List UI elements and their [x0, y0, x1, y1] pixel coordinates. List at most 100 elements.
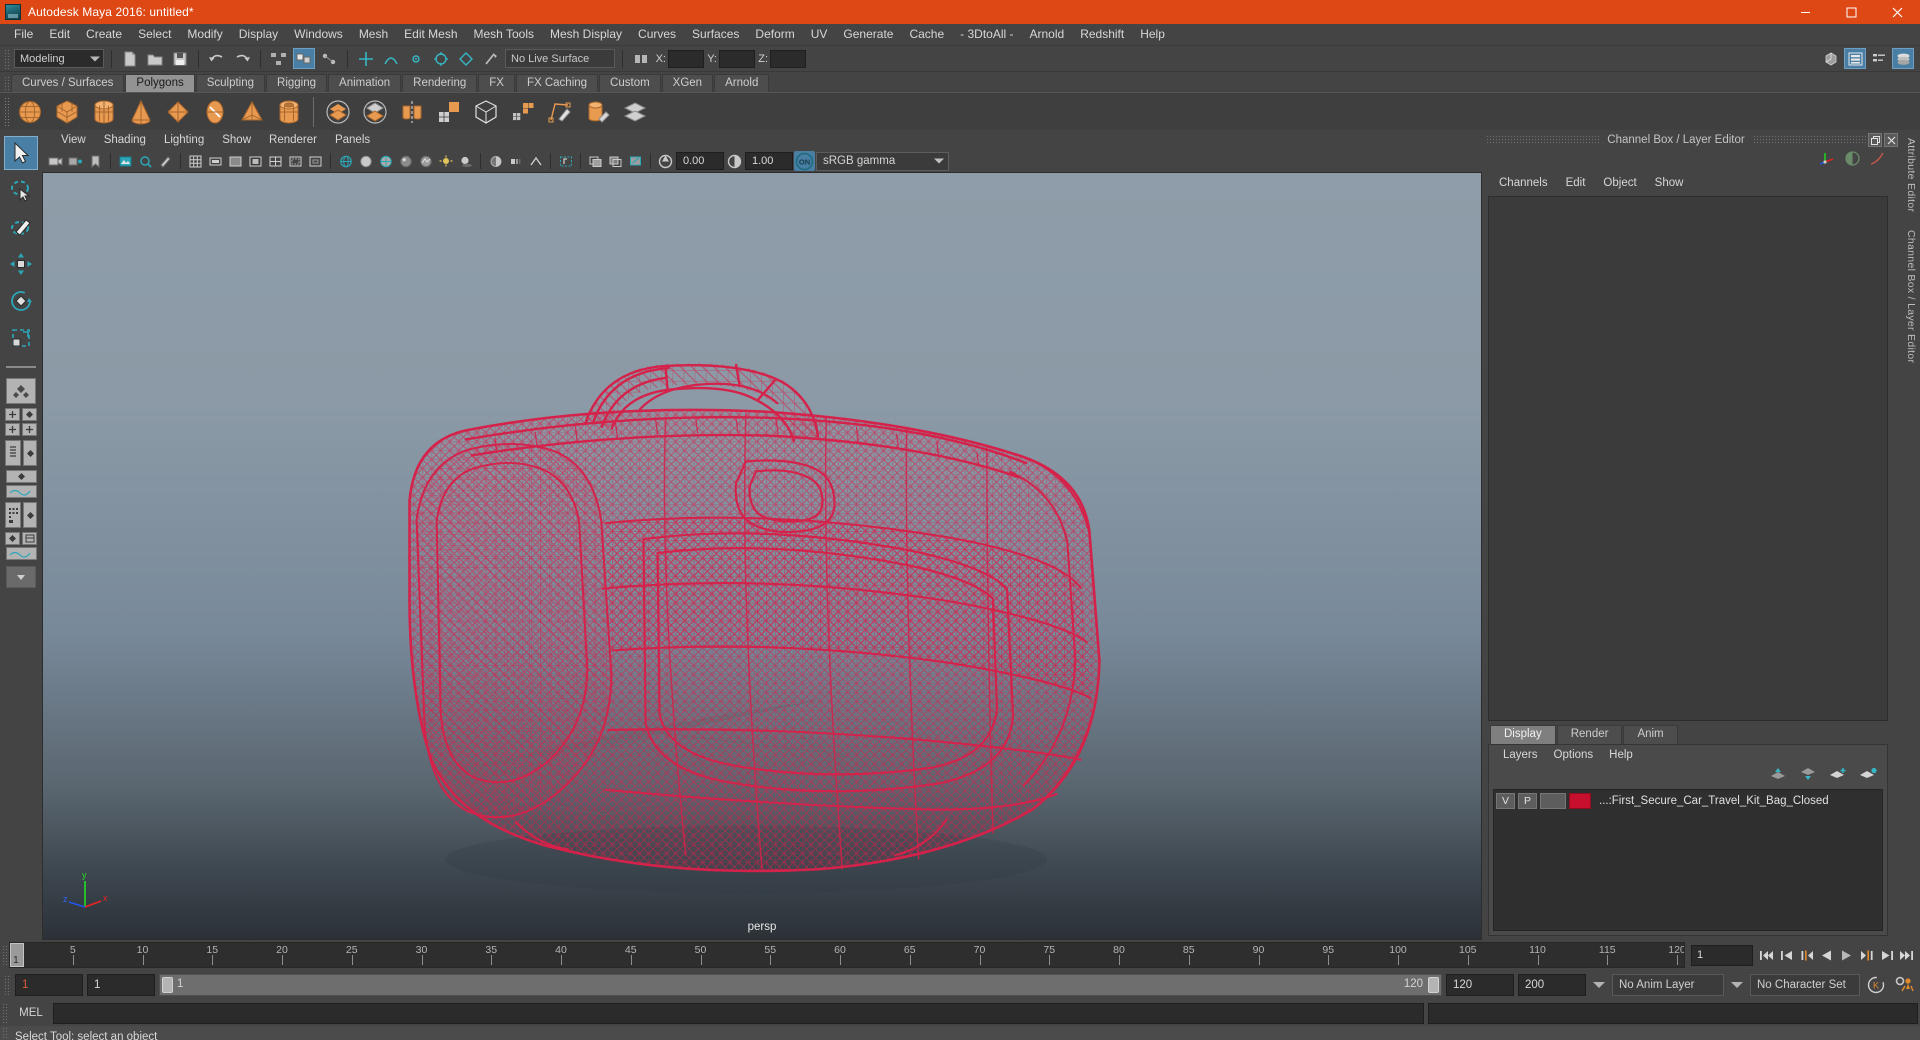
color-management-toggle-icon[interactable]: ON — [794, 151, 815, 171]
go-to-end-icon[interactable] — [1897, 944, 1916, 966]
channelbox-menu-edit[interactable]: Edit — [1557, 176, 1595, 191]
playback-start-time-field[interactable]: 1 — [87, 974, 155, 996]
select-by-component-type-icon[interactable] — [318, 48, 340, 69]
menu-generate[interactable]: Generate — [835, 25, 901, 44]
step-forward-keyframe-icon[interactable] — [1877, 944, 1896, 966]
smooth-shade-all-icon[interactable] — [356, 152, 375, 171]
shelf-tab-curves-surfaces[interactable]: Curves / Surfaces — [11, 74, 125, 92]
xray-active-components-icon[interactable] — [626, 152, 645, 171]
play-backwards-icon[interactable] — [1817, 944, 1836, 966]
new-layer-icon[interactable] — [1829, 767, 1847, 786]
layer-playback-toggle[interactable]: P — [1518, 793, 1537, 809]
live-surface-field[interactable]: No Live Surface — [505, 49, 615, 68]
snap-to-grid-icon[interactable] — [355, 48, 377, 69]
shelf-tab-arnold[interactable]: Arnold — [714, 74, 770, 92]
layout-single-perspective-button[interactable] — [4, 377, 38, 405]
poly-sphere-icon[interactable] — [12, 95, 48, 129]
layer-color-swatch[interactable] — [1569, 793, 1591, 809]
viewport-menu-panels[interactable]: Panels — [326, 133, 379, 148]
menu-deform[interactable]: Deform — [747, 25, 802, 44]
shelf-tab-rigging[interactable]: Rigging — [266, 74, 328, 92]
make-live-icon[interactable] — [480, 48, 502, 69]
half-circle-icon[interactable] — [1844, 150, 1861, 172]
create-poly-tool-icon[interactable] — [542, 95, 578, 129]
anim-curve-icon[interactable] — [1869, 150, 1886, 172]
command-line-grip[interactable] — [2, 1003, 9, 1023]
command-input-field[interactable] — [53, 1002, 1424, 1024]
animation-start-time-field[interactable]: 1 — [15, 974, 83, 996]
menu-help[interactable]: Help — [1132, 25, 1173, 44]
snap-to-curve-icon[interactable] — [380, 48, 402, 69]
animation-preferences-icon[interactable] — [1892, 973, 1916, 997]
grid-toggle-icon[interactable] — [186, 152, 205, 171]
scale-tool-button[interactable] — [4, 321, 38, 355]
close-icon[interactable] — [1884, 133, 1899, 147]
layer-list[interactable]: V P ...:First_Secure_Car_Travel_Kit_Bag_… — [1493, 789, 1883, 931]
camera-attributes-icon[interactable] — [66, 152, 85, 171]
channelbox-menu-show[interactable]: Show — [1646, 176, 1693, 191]
step-back-keyframe-icon[interactable] — [1777, 944, 1796, 966]
go-to-start-icon[interactable] — [1757, 944, 1776, 966]
channel-box-content[interactable] — [1488, 196, 1888, 721]
new-layer-from-selected-icon[interactable] — [1859, 767, 1877, 786]
menu-mesh[interactable]: Mesh — [351, 25, 396, 44]
open-scene-icon[interactable] — [144, 48, 166, 69]
range-slider-bar[interactable]: 1 120 — [159, 974, 1442, 996]
wireframe-shading-icon[interactable] — [336, 152, 355, 171]
multisample-aa-icon[interactable] — [526, 152, 545, 171]
shelf-tab-fx[interactable]: FX — [478, 74, 515, 92]
shelf-row-grip[interactable] — [4, 96, 11, 127]
extrude-icon[interactable] — [505, 95, 541, 129]
maximize-button[interactable] — [1828, 0, 1874, 24]
layer-menu-options[interactable]: Options — [1546, 748, 1602, 763]
range-slider-grip[interactable] — [4, 975, 11, 995]
layout-hypershade-persp-button[interactable] — [4, 501, 38, 529]
rotate-tool-button[interactable] — [4, 284, 38, 318]
step-forward-frame-icon[interactable] — [1857, 944, 1876, 966]
time-slider[interactable]: 1 5 10 15 20 25 30 35 40 45 50 55 60 65 70 75 80 85 90 95 1… — [9, 942, 1685, 968]
layout-persp-graph-button[interactable] — [4, 470, 38, 498]
show-hide-channel-box-icon[interactable] — [1868, 48, 1890, 69]
show-hide-tool-settings-icon[interactable] — [1892, 48, 1914, 69]
menu-redshift[interactable]: Redshift — [1072, 25, 1132, 44]
poly-cone-icon[interactable] — [123, 95, 159, 129]
viewport-menu-renderer[interactable]: Renderer — [260, 133, 326, 148]
field-chart-icon[interactable] — [266, 152, 285, 171]
viewport-menu-show[interactable]: Show — [213, 133, 260, 148]
shelf-tab-custom[interactable]: Custom — [599, 74, 661, 92]
menu-windows[interactable]: Windows — [286, 25, 351, 44]
move-tool-button[interactable] — [4, 247, 38, 281]
command-language-label[interactable]: MEL — [13, 1007, 49, 1019]
layer-row[interactable]: V P ...:First_Secure_Car_Travel_Kit_Bag_… — [1496, 792, 1880, 810]
gamma-field[interactable]: 1.00 — [745, 152, 793, 170]
poly-pyramid-icon[interactable] — [234, 95, 270, 129]
safe-action-icon[interactable] — [286, 152, 305, 171]
gate-mask-icon[interactable] — [246, 152, 265, 171]
color-management-selector[interactable]: sRGB gamma — [816, 151, 949, 171]
range-end-handle[interactable] — [1428, 977, 1439, 993]
step-back-frame-icon[interactable] — [1797, 944, 1816, 966]
shelf-tab-xgen[interactable]: XGen — [661, 74, 714, 92]
y-input[interactable] — [719, 49, 755, 68]
play-forwards-icon[interactable] — [1837, 944, 1856, 966]
manipulator-icon[interactable] — [1819, 150, 1836, 172]
save-scene-icon[interactable] — [169, 48, 191, 69]
playback-end-time-field[interactable]: 120 — [1446, 974, 1514, 996]
layout-four-view-button[interactable] — [4, 408, 38, 436]
show-hide-modeling-toolkit-icon[interactable] — [1820, 48, 1842, 69]
menu-edit-mesh[interactable]: Edit Mesh — [396, 25, 465, 44]
select-by-object-type-icon[interactable] — [293, 48, 315, 69]
menu-arnold[interactable]: Arnold — [1022, 25, 1073, 44]
exposure-icon[interactable] — [656, 152, 675, 171]
combine-icon[interactable] — [320, 95, 356, 129]
viewport-menu-shading[interactable]: Shading — [95, 133, 155, 148]
poly-cylinder-icon[interactable] — [86, 95, 122, 129]
panel-drag-handle[interactable] — [1486, 135, 1600, 145]
shelf-grip[interactable] — [4, 76, 11, 92]
shelf-tab-fx-caching[interactable]: FX Caching — [515, 74, 599, 92]
menu-display[interactable]: Display — [231, 25, 286, 44]
layer-type-toggle[interactable] — [1540, 793, 1566, 809]
animation-end-time-field[interactable]: 200 — [1518, 974, 1586, 996]
layer-tab-anim[interactable]: Anim — [1623, 725, 1678, 744]
menu-file[interactable]: File — [6, 25, 41, 44]
